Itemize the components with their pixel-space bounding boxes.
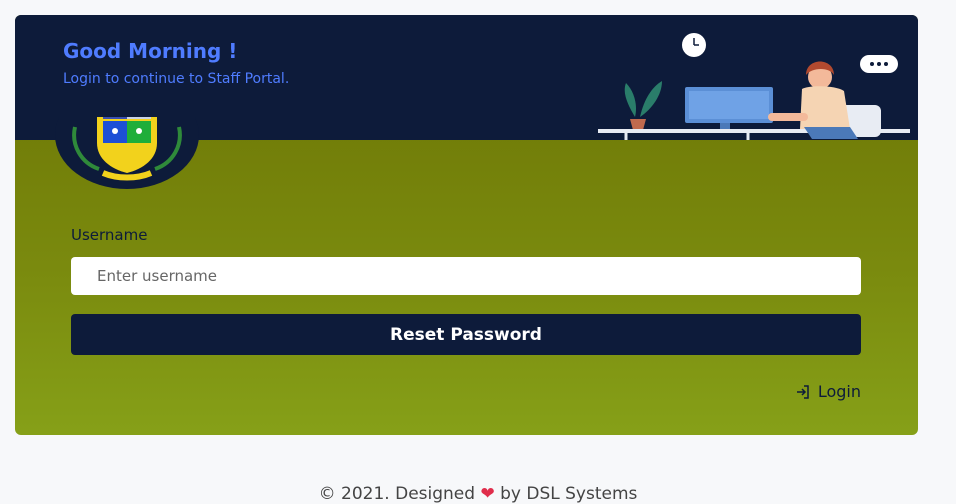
- greeting-title: Good Morning !: [63, 39, 238, 63]
- footer-prefix: © 2021. Designed: [318, 484, 476, 504]
- reset-password-button[interactable]: Reset Password: [71, 314, 861, 355]
- office-worker-illustration: [598, 33, 910, 140]
- username-label: Username: [71, 226, 148, 244]
- login-link[interactable]: Login: [796, 382, 861, 401]
- login-card: Good Morning ! Login to continue to Staf…: [15, 15, 918, 435]
- heart-icon: ❤: [480, 484, 495, 504]
- login-icon: [796, 384, 809, 399]
- greeting-subtext: Login to continue to Staff Portal.: [63, 71, 290, 87]
- footer: © 2021. Designed ❤ by DSL Systems: [0, 484, 956, 504]
- crest-logo: [55, 117, 199, 189]
- footer-suffix: by DSL Systems: [500, 484, 638, 504]
- login-label: Login: [817, 382, 861, 401]
- username-input[interactable]: [71, 257, 861, 295]
